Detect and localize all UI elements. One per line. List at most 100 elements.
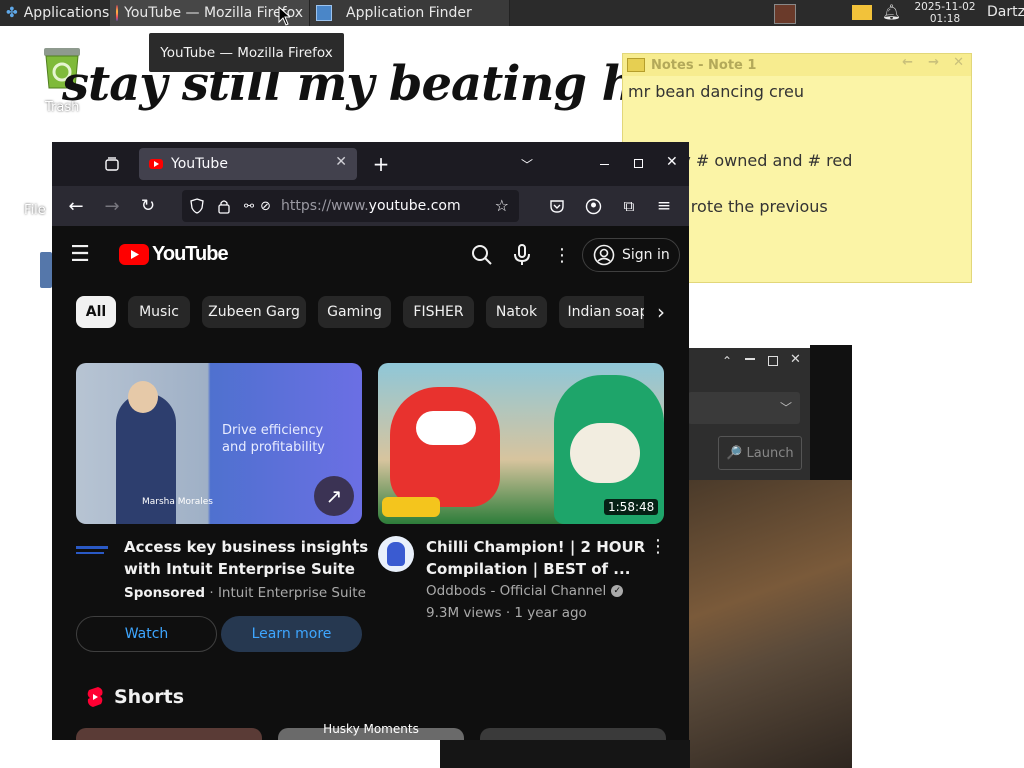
firefox-window[interactable]: YouTube ✕ + ﹀ ✕ ← → ↻ ⚯ ⊘ https://www.yo… <box>52 142 689 740</box>
youtube-favicon-icon <box>149 159 163 169</box>
extensions-icon[interactable]: ⧉ <box>615 192 643 220</box>
chip-natok[interactable]: Natok <box>486 296 547 328</box>
file-system-label: File <box>24 203 46 218</box>
youtube-logo[interactable]: YouTube <box>119 243 229 266</box>
pocket-icon[interactable] <box>543 192 571 220</box>
ad-thumbnail[interactable]: Drive efficiency and profitability Marsh… <box>76 363 362 524</box>
lock-icon[interactable] <box>218 199 232 214</box>
youtube-logo-icon <box>119 244 149 265</box>
task-app-finder[interactable]: Application Finder <box>310 0 510 26</box>
reload-icon[interactable]: ↻ <box>134 192 162 220</box>
top-panel[interactable]: ✤ Applications ≡ YouTube — Mozilla Firef… <box>0 0 1024 26</box>
bookmark-star-icon[interactable]: ☆ <box>495 196 509 215</box>
external-link-icon[interactable]: ↗ <box>314 476 354 516</box>
account-icon[interactable] <box>579 192 607 220</box>
tab-list-icon[interactable] <box>98 150 126 178</box>
wallpaper-photo <box>688 480 852 768</box>
notes-icon <box>627 58 645 72</box>
clock-time: 01:18 <box>929 13 961 25</box>
notes-titlebar[interactable]: Notes - Note 1 ← → ✕ <box>623 54 971 76</box>
back-icon[interactable]: ← <box>62 192 90 220</box>
minimize-icon[interactable] <box>745 358 755 360</box>
watch-button[interactable]: Watch <box>76 616 217 652</box>
maximize-icon[interactable] <box>768 356 778 366</box>
url-text: https://www.youtube.com <box>280 198 461 214</box>
launch-button[interactable]: 🔎 Launch <box>718 436 802 470</box>
ad-channel-avatar[interactable] <box>76 544 112 556</box>
video-duration: 1:58:48 <box>604 499 659 515</box>
short-thumbnail-2[interactable]: Husky Moments <box>278 722 464 740</box>
tab-youtube[interactable]: YouTube ✕ <box>139 148 357 180</box>
rocket-icon: 🔎 <box>726 445 743 461</box>
short-thumbnail-3[interactable] <box>480 728 666 740</box>
navigation-toolbar[interactable]: ← → ↻ ⚯ ⊘ https://www.youtube.com ☆ ⧉ ≡ <box>52 186 689 226</box>
youtube-page[interactable]: ☰ YouTube ⋮ Sign in All Music Zubeen Gar… <box>52 226 689 740</box>
more-options-icon[interactable]: ⋮ <box>548 241 576 269</box>
video-stats-row: 9.3M views · 1 year ago <box>426 602 587 624</box>
search-icon[interactable] <box>468 241 496 269</box>
video-title-line-2[interactable]: Compilation | BEST of ... <box>426 558 630 580</box>
applications-label: Applications <box>23 5 110 21</box>
video-more-icon[interactable]: ⋮ <box>649 536 667 557</box>
video-thumbnail[interactable]: 1:58:48 <box>378 363 664 524</box>
channel-name[interactable]: Oddbods - Official Channel <box>426 580 606 602</box>
learn-more-button[interactable]: Learn more <box>221 616 362 652</box>
close-note-icon[interactable]: ✕ <box>953 55 964 70</box>
hamburger-menu-icon[interactable]: ☰ <box>66 240 94 268</box>
app-finder-window[interactable]: ⌃ ✕ ﹀ 🔎 Launch <box>688 348 812 480</box>
notes-title: Notes - Note 1 <box>651 57 757 73</box>
wallpaper-lower-dark <box>440 740 690 768</box>
chevron-down-icon[interactable]: ﹀ <box>780 399 792 416</box>
chip-fisher[interactable]: FISHER <box>403 296 474 328</box>
channel-name-row[interactable]: Oddbods - Official Channel ✓ <box>426 580 624 602</box>
autoplay-blocked-icon[interactable]: ⊘ <box>260 199 271 214</box>
menu-icon[interactable]: ≡ <box>650 192 678 220</box>
chip-all[interactable]: All <box>76 296 116 328</box>
chip-indian-soap[interactable]: Indian soap <box>559 296 657 328</box>
verified-check-icon: ✓ <box>611 585 624 597</box>
close-tab-icon[interactable]: ✕ <box>335 154 347 170</box>
home-icon[interactable] <box>40 252 52 288</box>
forward-icon[interactable]: → <box>98 192 126 220</box>
new-tab-icon[interactable]: + <box>367 150 395 178</box>
ad-title-line-1[interactable]: Access key business insights <box>124 536 368 558</box>
user-menu[interactable]: Dartz <box>987 4 1024 20</box>
tracking-shield-icon[interactable] <box>190 198 206 214</box>
clock[interactable]: 2025-11-02 01:18 <box>906 1 984 25</box>
wallpaper-dark-region <box>810 345 852 485</box>
tab-bar[interactable]: YouTube ✕ + ﹀ ✕ <box>52 142 689 186</box>
close-icon[interactable]: ✕ <box>790 352 801 367</box>
window-close-icon[interactable]: ✕ <box>666 154 678 170</box>
ad-person-head <box>128 381 158 413</box>
mail-notifier-icon[interactable] <box>852 5 872 20</box>
red-character-eyes <box>416 411 476 445</box>
notification-bell-icon[interactable]: 🔔︎ <box>882 3 901 21</box>
collapse-icon[interactable]: ⌃ <box>722 354 732 368</box>
video-title-line-1[interactable]: Chilli Champion! | 2 HOUR <box>426 536 645 558</box>
sign-in-button[interactable]: Sign in <box>582 238 680 272</box>
chip-music[interactable]: Music <box>128 296 190 328</box>
upload-age: 1 year ago <box>514 605 587 621</box>
url-bar[interactable]: ⚯ ⊘ https://www.youtube.com ☆ <box>182 190 519 222</box>
window-minimize-icon[interactable] <box>600 164 609 165</box>
permissions-icon[interactable]: ⚯ <box>244 199 254 213</box>
microphone-icon[interactable] <box>508 241 536 269</box>
short-2-caption: Husky Moments <box>323 722 419 736</box>
list-all-tabs-icon[interactable]: ﹀ <box>513 150 541 178</box>
tray-firefox-icon[interactable] <box>774 4 796 24</box>
short-thumbnail-1[interactable] <box>76 728 262 740</box>
channel-avatar[interactable] <box>378 536 414 572</box>
chips-next-icon[interactable]: › <box>644 296 678 328</box>
ad-thumb-headline-1: Drive efficiency <box>222 423 324 438</box>
prev-note-icon[interactable]: ← <box>902 55 913 70</box>
view-count: 9.3M views <box>426 605 502 621</box>
chip-gaming[interactable]: Gaming <box>318 296 391 328</box>
app-search-field[interactable]: ﹀ <box>688 392 800 424</box>
account-circle-icon <box>593 244 615 266</box>
window-maximize-icon[interactable] <box>634 159 643 168</box>
next-note-icon[interactable]: → <box>928 55 939 70</box>
ad-title-line-2[interactable]: with Intuit Enterprise Suite <box>124 558 355 580</box>
chip-zubeen-garg[interactable]: Zubeen Garg <box>202 296 306 328</box>
task-app-finder-label: Application Finder <box>346 5 472 21</box>
ad-more-icon[interactable]: ⋮ <box>346 536 364 557</box>
